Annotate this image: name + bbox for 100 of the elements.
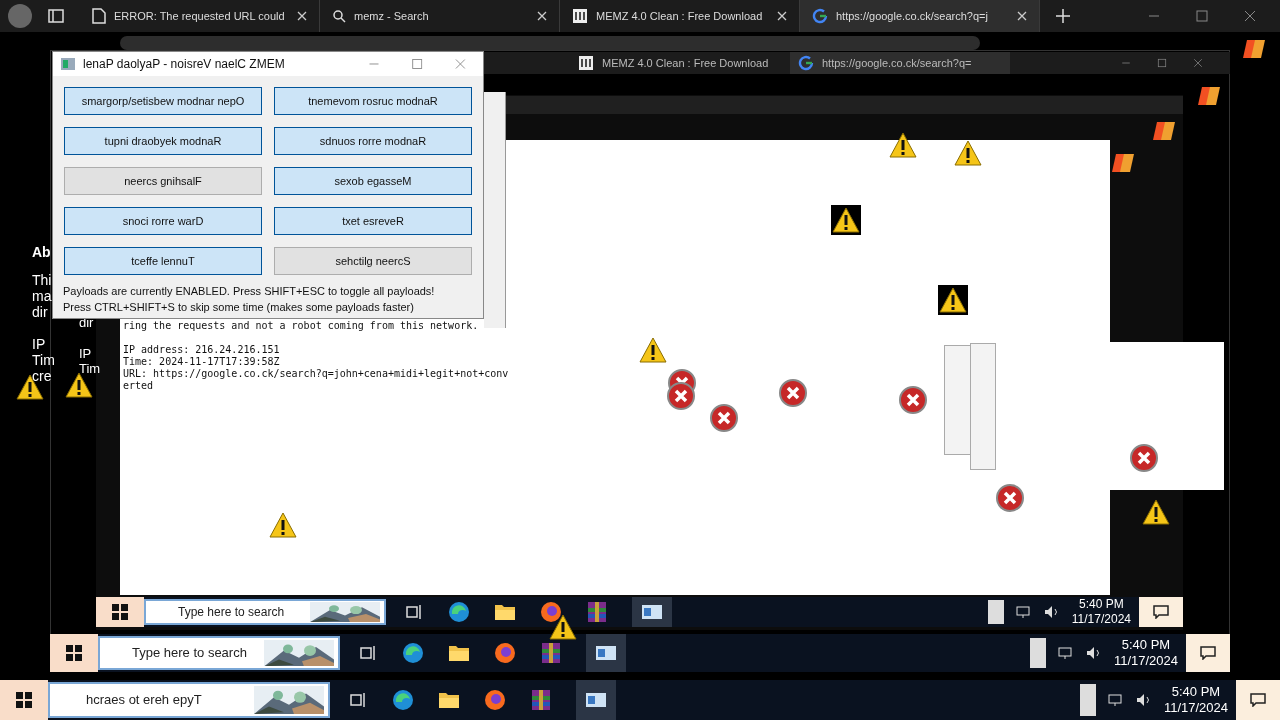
- warning-icon: [953, 138, 983, 168]
- folder-icon[interactable]: [438, 691, 460, 709]
- speaker-icon[interactable]: [1135, 693, 1152, 707]
- app-icon: [61, 58, 75, 70]
- window-icon: [641, 604, 663, 620]
- close-icon[interactable]: [1017, 11, 1027, 21]
- clock[interactable]: 5:40 PM 11/17/2024: [1071, 597, 1131, 627]
- search-field[interactable]: Type here to search: [98, 636, 340, 670]
- firefox-icon[interactable]: [494, 642, 516, 664]
- tab-title: MEMZ 4.0 Clean : Free Download: [596, 8, 764, 24]
- clock-time: 5:40 PM: [1079, 597, 1124, 612]
- google-icon: [798, 55, 814, 71]
- search-field[interactable]: hcraes ot ereh epyT: [48, 682, 330, 718]
- active-app-button[interactable]: [632, 597, 672, 627]
- active-app-button[interactable]: [576, 680, 616, 720]
- clock-date: 11/17/2024: [1113, 653, 1178, 670]
- status-text: Payloads are currently ENABLED. Press SHIFT+ESC to toggle all payloads!: [63, 284, 436, 299]
- payload-button[interactable]: tceffe lennuT: [64, 247, 262, 275]
- text-fragment: cre: [32, 368, 53, 384]
- new-tab-icon[interactable]: [1056, 9, 1070, 23]
- copilot-icon[interactable]: [1153, 120, 1177, 142]
- tray-overflow[interactable]: [987, 600, 1004, 624]
- clock[interactable]: 5:40 PM 11/17/2024: [1163, 683, 1228, 717]
- browser-tab[interactable]: https://google.co.ck/search?q=: [790, 52, 1010, 74]
- firefox-icon[interactable]: [540, 601, 562, 623]
- close-icon[interactable]: [777, 11, 787, 21]
- warning-icon: [1141, 497, 1171, 527]
- text-fragment: Tim: [79, 361, 101, 376]
- copilot-icon[interactable]: [1112, 152, 1136, 174]
- speaker-icon[interactable]: [1043, 605, 1060, 619]
- active-app-button[interactable]: [586, 634, 626, 672]
- clock-date: 11/17/2024: [1163, 700, 1228, 717]
- start-button[interactable]: [0, 680, 48, 720]
- network-icon[interactable]: [1107, 693, 1124, 707]
- tab-actions-icon[interactable]: [48, 8, 64, 24]
- firefox-icon[interactable]: [484, 689, 506, 711]
- notification-button[interactable]: [1236, 680, 1280, 720]
- notification-button[interactable]: [1186, 634, 1230, 672]
- notification-button[interactable]: [1139, 597, 1183, 627]
- search-icon: [332, 9, 346, 23]
- clock-time: 5:40 PM: [1121, 636, 1171, 653]
- google-icon: [812, 8, 828, 24]
- task-view-icon[interactable]: [406, 604, 424, 620]
- edge-icon[interactable]: [448, 601, 470, 623]
- archive-app-icon[interactable]: [586, 601, 608, 623]
- clock[interactable]: 5:40 PM 11/17/2024: [1113, 636, 1178, 670]
- archive-app-icon[interactable]: [530, 689, 552, 711]
- close-icon[interactable]: [297, 11, 307, 21]
- browser-tab[interactable]: https://google.co.ck/search?q=j: [800, 0, 1040, 32]
- search-text: Type here to search: [178, 604, 286, 621]
- tray-overflow[interactable]: [1029, 637, 1046, 669]
- close-icon[interactable]: [537, 11, 547, 21]
- windows-icon: [112, 604, 128, 620]
- clock-time: 5:40 PM: [1171, 683, 1221, 700]
- page-icon: [92, 8, 106, 24]
- text-fragment: IP: [32, 336, 47, 352]
- folder-icon[interactable]: [448, 644, 470, 662]
- payload-button[interactable]: smargorp/setisbew modnar nepO: [64, 87, 262, 115]
- start-button[interactable]: [96, 597, 144, 627]
- tab-title: https://google.co.ck/search?q=: [822, 55, 973, 71]
- copilot-icon[interactable]: [1243, 38, 1267, 60]
- payload-button[interactable]: snoci rorre warD: [64, 207, 262, 235]
- search-text: Type here to search: [132, 644, 248, 663]
- browser-tab[interactable]: ERROR: The requested URL could: [80, 0, 320, 32]
- profile-avatar[interactable]: [8, 4, 32, 28]
- archive-app-icon[interactable]: [540, 642, 562, 664]
- folder-icon[interactable]: [494, 603, 516, 621]
- payload-button[interactable]: neercs gnihsalF: [64, 167, 262, 195]
- edge-icon[interactable]: [402, 642, 424, 664]
- text-fragment: ma: [32, 288, 53, 304]
- start-button[interactable]: [50, 634, 98, 672]
- maximize-icon[interactable]: [1196, 10, 1208, 22]
- browser-tab[interactable]: MEMZ 4.0 Clean : Free Download: [570, 52, 790, 74]
- windows-icon: [16, 692, 32, 708]
- payload-button[interactable]: sexob egasseM: [274, 167, 472, 195]
- speaker-icon[interactable]: [1085, 646, 1102, 660]
- maximize-icon[interactable]: [1157, 58, 1167, 68]
- text-fragment: Ab: [32, 244, 52, 260]
- task-view-icon[interactable]: [360, 645, 378, 661]
- task-view-icon[interactable]: [350, 692, 368, 708]
- payload-button[interactable]: tnemevom rosruc modnaR: [274, 87, 472, 115]
- chat-icon: [1250, 693, 1266, 707]
- tray-overflow[interactable]: [1079, 684, 1096, 716]
- payload-button[interactable]: sehctilg neercS: [274, 247, 472, 275]
- payload-button[interactable]: sdnuos rorre modnaR: [274, 127, 472, 155]
- search-field[interactable]: Type here to search: [144, 598, 386, 626]
- warning-icon: [831, 205, 861, 235]
- warning-icon: [888, 130, 918, 160]
- maximize-icon[interactable]: [411, 58, 423, 70]
- browser-tab[interactable]: memz - Search: [320, 0, 560, 32]
- edge-icon[interactable]: [392, 689, 414, 711]
- copilot-icon[interactable]: [1198, 85, 1222, 107]
- payload-button[interactable]: tupni draobyek modnaR: [64, 127, 262, 155]
- tab-title: MEMZ 4.0 Clean : Free Download: [602, 55, 770, 71]
- tab-title: https://google.co.ck/search?q=j: [836, 8, 989, 24]
- network-icon[interactable]: [1057, 646, 1074, 660]
- status-text: Press CTRL+SHIFT+S to skip some time (makes some payloads faster): [63, 300, 415, 315]
- close-icon[interactable]: [1244, 10, 1256, 22]
- payload-button[interactable]: txet esreveR: [274, 207, 472, 235]
- network-icon[interactable]: [1015, 605, 1032, 619]
